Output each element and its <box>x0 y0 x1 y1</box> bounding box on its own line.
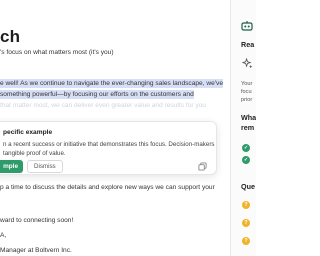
suggestion-description: tangible proof of value. <box>3 150 66 157</box>
copy-icon[interactable] <box>198 162 207 171</box>
dismiss-button[interactable]: Dismiss <box>27 160 63 173</box>
check-icon: ✓ <box>242 144 250 152</box>
check-icon: ✓ <box>242 156 250 164</box>
question-icon: ? <box>242 219 250 227</box>
sidebar-text: prior <box>241 97 253 103</box>
sidebar-heading: Que <box>241 182 255 191</box>
question-icon: ? <box>242 237 250 245</box>
sidebar-text: focu <box>241 89 252 95</box>
sidebar-heading: Wha <box>241 113 256 122</box>
subject-line: 's focus on what matters most (it's you) <box>0 49 114 56</box>
highlighted-text: something powerful—by focusing our effor… <box>0 90 194 99</box>
right-sidebar: Rea Your focu prior Wha rem ✓ ✓ Que ? ? … <box>230 0 256 256</box>
highlighted-text: e well! As we continue to navigate the e… <box>0 79 224 88</box>
body-line-2: something powerful—by focusing our effor… <box>0 89 194 100</box>
apply-suggestion-button[interactable]: mple <box>0 160 23 173</box>
signoff-line: A, <box>0 232 7 239</box>
body-line-1: e well! As we continue to navigate the e… <box>0 78 224 89</box>
suggestion-title: pecific example <box>3 129 53 136</box>
sidebar-heading: Rea <box>241 40 255 49</box>
suggestion-description: n a recent success or initiative that de… <box>3 141 215 148</box>
page-title: ch <box>0 27 21 46</box>
sparkle-icon <box>242 58 253 69</box>
bot-icon <box>241 21 253 31</box>
signature-line: Manager at Boltvern Inc. <box>0 247 72 254</box>
sidebar-text: Your <box>241 81 253 87</box>
sidebar-heading: rem <box>241 123 255 132</box>
body-line-5: ward to connecting soon! <box>0 217 74 224</box>
body-line-4: p a time to discuss the details and expl… <box>0 184 215 191</box>
email-editor[interactable]: ch 's focus on what matters most (it's y… <box>0 0 230 256</box>
question-icon: ? <box>242 201 250 209</box>
body-line-3: that matter most, we can deliver even gr… <box>0 102 206 109</box>
suggestion-card: pecific example n a recent success or in… <box>0 121 217 175</box>
